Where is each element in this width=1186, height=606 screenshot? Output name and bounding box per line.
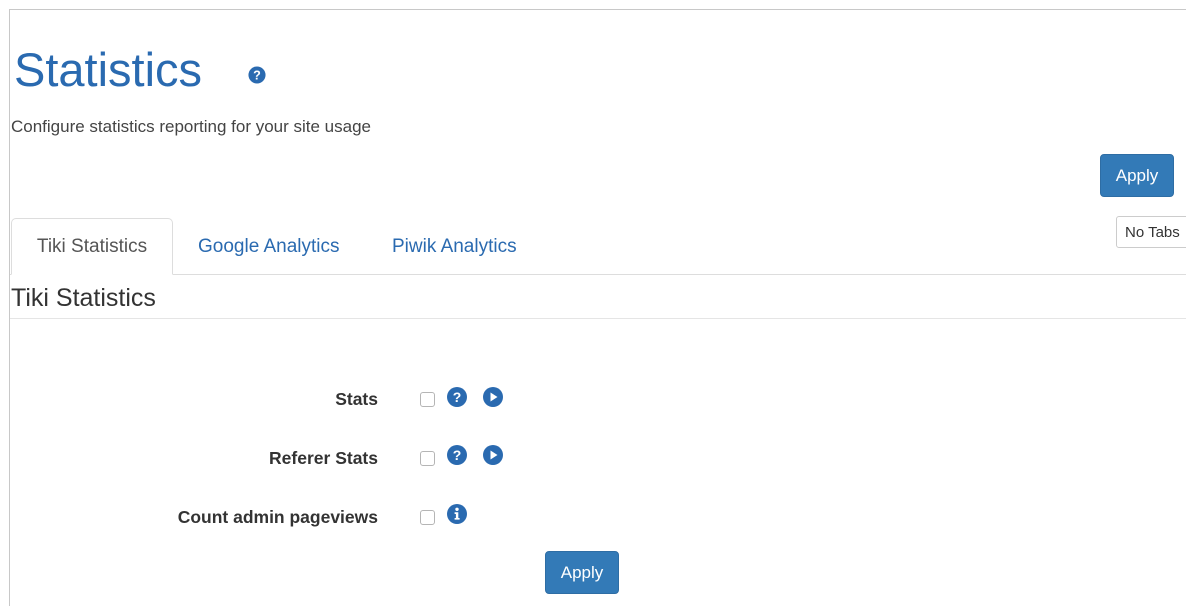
stats-label: Stats xyxy=(335,389,378,409)
apply-button-top[interactable]: Apply xyxy=(1100,154,1174,197)
tab-google-analytics[interactable]: Google Analytics xyxy=(198,218,340,275)
help-icon[interactable]: ? xyxy=(447,445,467,465)
play-icon[interactable] xyxy=(483,387,503,407)
apply-button-bottom[interactable]: Apply xyxy=(545,551,619,594)
help-icon[interactable]: ? xyxy=(447,387,467,407)
count-admin-pageviews-label: Count admin pageviews xyxy=(177,507,378,527)
tabs-divider xyxy=(10,274,1186,275)
page-title: Statistics xyxy=(14,43,203,96)
help-icon[interactable]: ? xyxy=(248,66,266,84)
no-tabs-button[interactable]: No Tabs xyxy=(1116,216,1186,248)
info-icon[interactable] xyxy=(447,504,467,524)
play-icon[interactable] xyxy=(483,445,503,465)
tab-tiki-statistics[interactable]: Tiki Statistics xyxy=(11,218,173,275)
section-divider xyxy=(10,318,1186,319)
svg-text:?: ? xyxy=(453,389,462,405)
page-subtitle: Configure statistics reporting for your … xyxy=(11,117,372,136)
referer-stats-label: Referer Stats xyxy=(269,448,378,468)
referer-stats-checkbox[interactable] xyxy=(420,451,435,466)
svg-text:?: ? xyxy=(453,447,462,463)
stats-checkbox[interactable] xyxy=(420,392,435,407)
svg-text:?: ? xyxy=(253,69,261,83)
tab-piwik-analytics[interactable]: Piwik Analytics xyxy=(392,218,517,275)
count-admin-pageviews-checkbox[interactable] xyxy=(420,510,435,525)
section-title: Tiki Statistics xyxy=(11,284,156,312)
